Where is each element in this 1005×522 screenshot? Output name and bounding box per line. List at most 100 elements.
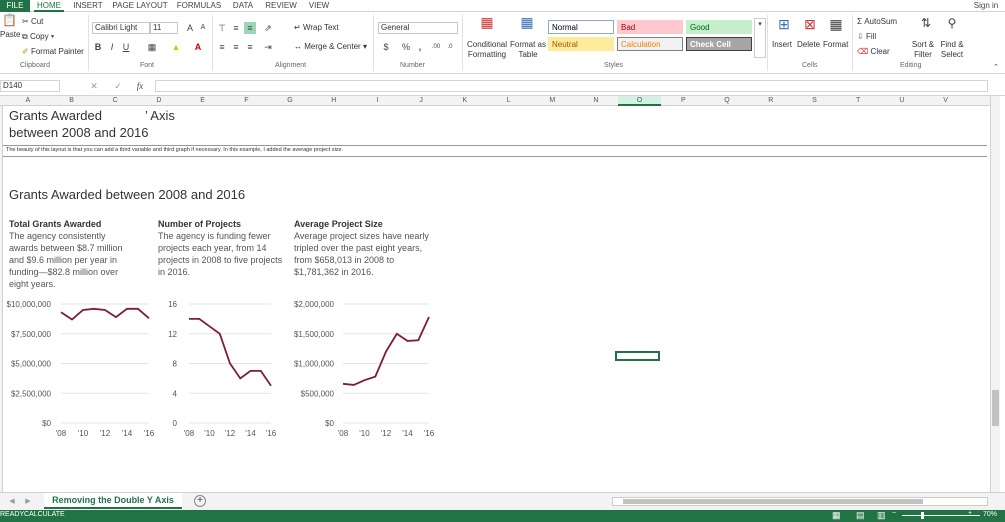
autosum-button[interactable]: Σ AutoSum <box>857 17 897 26</box>
cell-style-neutral[interactable]: Neutral <box>548 37 614 51</box>
shrink-font-button[interactable]: A <box>197 22 209 34</box>
column-header-j[interactable]: J <box>399 96 443 106</box>
borders-icon[interactable]: ▦ <box>146 41 158 53</box>
column-header-p[interactable]: P <box>662 96 706 106</box>
tab-insert[interactable]: INSERT <box>72 0 104 12</box>
zoom-in-icon[interactable]: + <box>968 510 972 517</box>
tab-formulas[interactable]: FORMULAS <box>176 0 222 12</box>
enter-icon[interactable]: ✓ <box>112 80 124 92</box>
page-layout-view-icon[interactable]: ▤ <box>856 510 865 521</box>
prev-sheet-icon[interactable]: ◀ <box>6 496 18 508</box>
hscroll-thumb[interactable] <box>623 499 923 504</box>
column-header-i[interactable]: I <box>356 96 400 106</box>
column-header-g[interactable]: G <box>268 96 312 106</box>
insert-function-icon[interactable]: fx <box>134 80 146 92</box>
tab-data[interactable]: DATA <box>230 0 256 12</box>
find-select-button[interactable]: Find & Select <box>938 40 966 60</box>
copy-button[interactable]: ⧉ Copy ▾ <box>22 32 54 42</box>
comma-button[interactable]: , <box>414 41 426 53</box>
bold-button[interactable]: B <box>92 41 104 53</box>
delete-button[interactable]: Delete <box>797 40 820 49</box>
decrease-decimal-icon[interactable]: .0 <box>444 41 456 53</box>
column-header-l[interactable]: L <box>487 96 531 106</box>
horizontal-scrollbar[interactable] <box>612 497 988 506</box>
underline-button[interactable]: U <box>120 41 132 53</box>
column-header-b[interactable]: B <box>50 96 94 106</box>
sheet-grid[interactable]: Grants Awarded ’ Axis between 2008 and 2… <box>3 106 987 492</box>
merge-center-button[interactable]: ↔ Merge & Center ▾ <box>294 42 367 51</box>
cell-style-calculation[interactable]: Calculation <box>617 37 683 51</box>
column-header-u[interactable]: U <box>880 96 924 106</box>
tab-page-layout[interactable]: PAGE LAYOUT <box>112 0 168 12</box>
tab-home[interactable]: HOME <box>34 0 64 12</box>
column-header-h[interactable]: H <box>312 96 356 106</box>
cut-button[interactable]: ✂ Cut <box>22 17 43 26</box>
column-header-f[interactable]: F <box>225 96 269 106</box>
column-header-t[interactable]: T <box>836 96 880 106</box>
font-size-dropdown[interactable]: 11 <box>150 22 178 34</box>
align-center-icon[interactable]: ≡ <box>230 41 242 53</box>
align-top-icon[interactable]: ⊤ <box>216 22 228 34</box>
grow-font-button[interactable]: A <box>184 22 196 34</box>
column-header-m[interactable]: M <box>530 96 574 106</box>
cell-style-good[interactable]: Good <box>686 20 752 34</box>
column-header-n[interactable]: N <box>574 96 618 106</box>
page-break-view-icon[interactable]: ▥ <box>877 510 886 521</box>
column-header-r[interactable]: R <box>749 96 793 106</box>
name-box[interactable]: D140 <box>0 80 60 92</box>
align-right-icon[interactable]: ≡ <box>244 41 256 53</box>
tab-view[interactable]: VIEW <box>306 0 332 12</box>
column-header-k[interactable]: K <box>443 96 487 106</box>
cancel-icon[interactable]: ✕ <box>88 80 100 92</box>
font-color-icon[interactable]: A <box>192 41 204 53</box>
normal-view-icon[interactable]: ▦ <box>832 510 841 521</box>
indent-icon[interactable]: ⇥ <box>262 41 274 53</box>
clear-button[interactable]: ⌫ Clear <box>857 47 890 56</box>
fill-button[interactable]: ⇩ Fill <box>857 32 876 41</box>
cell-style-check-cell[interactable]: Check Cell <box>686 37 752 51</box>
cell-style-bad[interactable]: Bad <box>617 20 683 34</box>
column-header-s[interactable]: S <box>793 96 837 106</box>
format-button[interactable]: Format <box>823 40 848 49</box>
column-header-e[interactable]: E <box>181 96 225 106</box>
align-middle-icon[interactable]: ≡ <box>230 22 242 34</box>
wrap-text-button[interactable]: ↵ Wrap Text <box>294 23 339 32</box>
sort-filter-button[interactable]: Sort & Filter <box>910 40 936 60</box>
styles-scroll-icon[interactable]: ▾ <box>754 18 766 58</box>
insert-button[interactable]: Insert <box>772 40 792 49</box>
align-bottom-icon[interactable]: ≡ <box>244 22 256 34</box>
next-sheet-icon[interactable]: ▶ <box>22 496 34 508</box>
sheet-tab-active[interactable]: Removing the Double Y Axis <box>44 493 182 509</box>
format-as-table-button[interactable]: Format as Table <box>510 40 546 60</box>
formula-input[interactable] <box>155 80 988 92</box>
fill-color-icon[interactable]: ▲ <box>170 41 182 53</box>
paste-button[interactable]: Paste <box>0 30 20 39</box>
tab-file[interactable]: FILE <box>0 0 30 12</box>
add-sheet-icon[interactable]: + <box>194 495 206 507</box>
conditional-formatting-button[interactable]: Conditional Formatting <box>464 40 510 60</box>
currency-button[interactable]: $ <box>380 41 392 53</box>
number-format-dropdown[interactable]: General <box>378 22 458 34</box>
align-left-icon[interactable]: ≡ <box>216 41 228 53</box>
scroll-thumb[interactable] <box>992 390 999 426</box>
vertical-scrollbar[interactable] <box>990 96 1000 492</box>
column-header-q[interactable]: Q <box>705 96 749 106</box>
percent-button[interactable]: % <box>400 41 412 53</box>
column-header-c[interactable]: C <box>93 96 137 106</box>
zoom-out-icon[interactable]: − <box>892 510 896 517</box>
column-header-d[interactable]: D <box>137 96 181 106</box>
italic-button[interactable]: I <box>106 41 118 53</box>
font-name-dropdown[interactable]: Calibri Light <box>92 22 150 34</box>
collapse-ribbon-icon[interactable]: ⌃ <box>990 62 1002 74</box>
tab-review[interactable]: REVIEW <box>264 0 298 12</box>
active-cell-selection[interactable] <box>615 351 660 361</box>
orientation-icon[interactable]: ⇗ <box>262 22 274 34</box>
sign-in-link[interactable]: Sign in <box>968 0 1004 12</box>
column-header-v[interactable]: V <box>924 96 968 106</box>
format-painter-button[interactable]: ✐ Format Painter <box>22 47 84 56</box>
column-header-a[interactable]: A <box>6 96 50 106</box>
increase-decimal-button[interactable]: .00 <box>430 41 442 53</box>
cell-style-normal[interactable]: Normal <box>548 20 614 34</box>
column-header-o[interactable]: O <box>617 96 662 106</box>
zoom-thumb[interactable] <box>921 512 924 519</box>
